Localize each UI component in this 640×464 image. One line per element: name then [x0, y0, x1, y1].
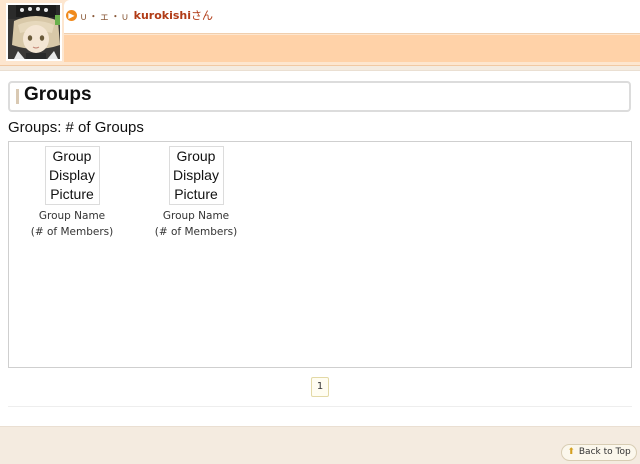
- greeting: ▶ ∪・ェ・∪ kurokishi さん: [66, 7, 213, 23]
- greeting-emoticon: ∪・ェ・∪: [80, 11, 130, 23]
- back-to-top-label: Back to Top: [578, 447, 631, 457]
- divider: [8, 406, 632, 407]
- groups-grid: Group Display Picture Group Name (# of M…: [8, 141, 632, 368]
- title-accent-bar: [16, 89, 19, 104]
- picture-placeholder-line: Group: [52, 148, 92, 164]
- group-name-link[interactable]: Group Name: [22, 208, 122, 224]
- page-title-box: Groups: [8, 81, 631, 112]
- up-arrow-icon: ⬆: [567, 447, 575, 457]
- user-avatar[interactable]: [6, 3, 62, 61]
- picture-placeholder-line: Display: [173, 167, 219, 183]
- back-to-top-button[interactable]: ⬆ Back to Top: [561, 444, 637, 461]
- header-bottom-bar: [64, 35, 640, 62]
- header: ▶ ∪・ェ・∪ kurokishi さん: [0, 0, 640, 66]
- avatar-illustration-icon: [8, 5, 60, 59]
- username-link[interactable]: kurokishi: [134, 9, 191, 22]
- main-panel: Groups Groups: # of Groups Group Display…: [0, 70, 640, 427]
- pagination-page-1[interactable]: 1: [311, 377, 329, 397]
- arrow-right-circle-icon: ▶: [66, 9, 77, 21]
- group-card[interactable]: Group Display Picture Group Name (# of M…: [146, 146, 246, 240]
- group-name-link[interactable]: Group Name: [146, 208, 246, 224]
- group-display-picture[interactable]: Group Display Picture: [44, 146, 100, 205]
- picture-placeholder-line: Picture: [174, 186, 218, 202]
- picture-placeholder-line: Display: [49, 167, 95, 183]
- username-honorific: さん: [191, 9, 214, 22]
- group-member-count: (# of Members): [154, 226, 238, 238]
- group-display-picture[interactable]: Group Display Picture: [168, 146, 224, 205]
- group-count-label: Groups: # of Groups: [8, 119, 144, 136]
- page-title: Groups: [24, 84, 92, 105]
- picture-placeholder-line: Picture: [50, 186, 94, 202]
- group-card[interactable]: Group Display Picture Group Name (# of M…: [22, 146, 122, 240]
- picture-placeholder-line: Group: [176, 148, 216, 164]
- group-member-count: (# of Members): [30, 226, 114, 238]
